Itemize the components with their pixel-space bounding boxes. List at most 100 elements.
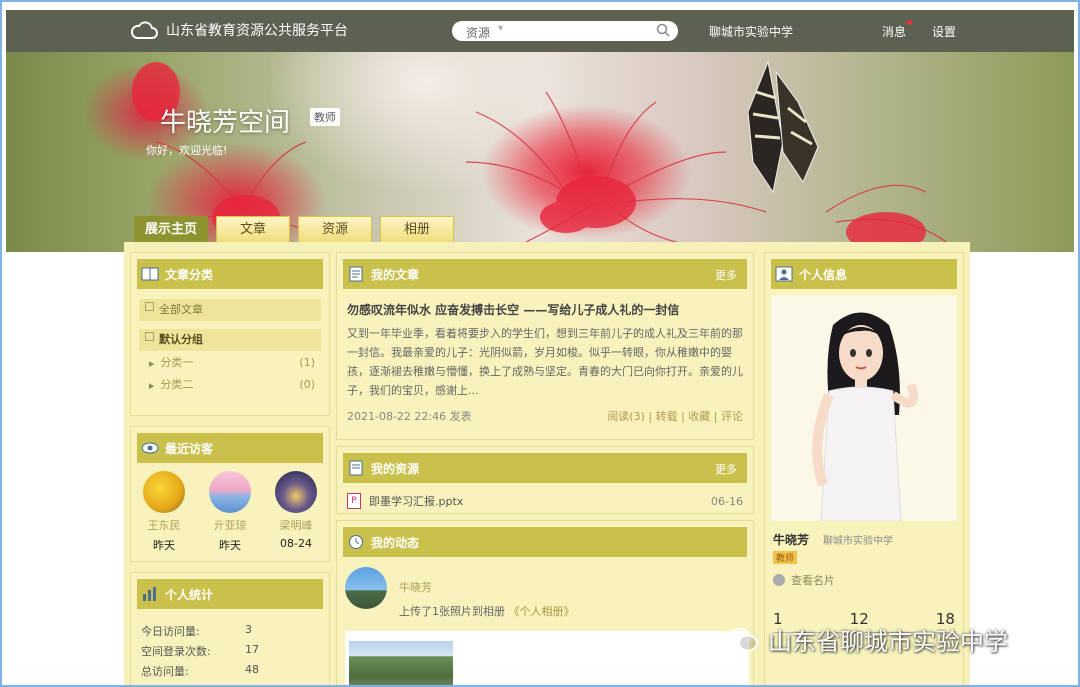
- butterfly-decoration: [747, 60, 819, 194]
- cloud-icon: [130, 21, 158, 39]
- article-excerpt: 又到一年毕业季，看着将要步入的学生们，想到三年前儿子的成人礼及三年前的那一封信。…: [347, 327, 743, 397]
- tab-albums[interactable]: 相册: [380, 216, 454, 243]
- search-box[interactable]: 资源 ▾: [452, 21, 678, 41]
- stat-value: 48: [245, 663, 259, 676]
- stats-title: 个人统计: [165, 587, 214, 602]
- user-icon: [775, 266, 793, 282]
- album-link[interactable]: 《个人相册》: [509, 605, 575, 618]
- category-item-label: 分类一: [160, 356, 194, 369]
- resource-name[interactable]: 即墨学习汇报.pptx: [369, 493, 463, 509]
- space-tabs: 展示主页 文章 资源 相册: [134, 216, 454, 243]
- profile-title: 个人信息: [799, 267, 848, 282]
- article-title[interactable]: 勿感叹流年似水 应奋发搏击长空 ——写给儿子成人礼的一封信: [347, 301, 743, 318]
- stat-value: 17: [245, 643, 259, 656]
- chevron-right-icon: ▶: [149, 360, 155, 368]
- visitor-name[interactable]: 王东民: [136, 517, 192, 533]
- user-circle-icon: [773, 574, 785, 586]
- category-header: 文章分类: [137, 259, 323, 289]
- main-content: 文章分类 -全部文章 -默认分组 ▶分类一 (1) ▶分类二 (0) 最近访客: [124, 242, 970, 685]
- article-meta: 2021-08-22 22:46 发表 阅读(3) | 转载 | 收藏 | 评论: [347, 408, 743, 424]
- resources-header: 我的资源 更多: [343, 453, 747, 483]
- search-icon[interactable]: [656, 23, 670, 37]
- chevron-right-icon: ▶: [149, 382, 155, 390]
- avatar[interactable]: [275, 471, 317, 513]
- dynamic-item: 牛晓芳 上传了1张照片到相册 《个人相册》: [345, 567, 575, 619]
- dynamic-user[interactable]: 牛晓芳: [399, 579, 575, 595]
- wechat-watermark: 山东省聊城市实验中学: [726, 622, 1008, 657]
- profile-school[interactable]: 聊城市实验中学: [823, 532, 893, 547]
- category-group[interactable]: -默认分组: [139, 329, 321, 351]
- activity-icon: [349, 535, 363, 549]
- category-item[interactable]: ▶ 分类一 (1): [139, 353, 321, 373]
- category-item-label: 分类二: [160, 378, 194, 391]
- stat-label: 总访问量:: [141, 665, 189, 678]
- profile-photo[interactable]: [771, 295, 957, 521]
- resources-panel: 我的资源 更多 P 即墨学习汇报.pptx 06-16: [336, 446, 754, 514]
- stat-row: 空间登录次数: 17: [141, 643, 329, 658]
- visitor-time: 昨天: [153, 539, 175, 552]
- visitor-list: 王东民 昨天 亓亚琼 昨天 梁明峰 08-24: [131, 471, 329, 553]
- stat-label: 今日访问量:: [141, 625, 200, 638]
- eye-icon: [141, 442, 159, 454]
- dynamics-title: 我的动态: [371, 535, 420, 550]
- settings-link[interactable]: 设置: [932, 23, 956, 40]
- dynamic-action-text: 上传了1张照片到相册: [399, 605, 505, 618]
- view-card-label: 查看名片: [791, 574, 835, 587]
- profile-role-badge: 教师: [773, 551, 798, 564]
- stats-panel: 个人统计 今日访问量: 3 空间登录次数: 17 总访问量: 48: [130, 572, 330, 685]
- stats-header: 个人统计: [137, 579, 323, 609]
- space-title: 牛晓芳空间: [160, 108, 291, 138]
- category-item-count: (0): [299, 378, 315, 391]
- resource-item[interactable]: P 即墨学习汇报.pptx 06-16: [347, 493, 743, 509]
- profile-name: 牛晓芳: [773, 533, 810, 547]
- category-item[interactable]: ▶ 分类二 (0): [139, 375, 321, 395]
- site-name: 山东省教育资源公共服务平台: [166, 23, 348, 39]
- articles-more-link[interactable]: 更多: [715, 267, 737, 283]
- visitor-name[interactable]: 亓亚琼: [202, 517, 258, 533]
- site-logo[interactable]: 山东省教育资源公共服务平台: [130, 20, 348, 40]
- articles-title: 我的文章: [371, 267, 420, 282]
- articles-panel: 我的文章 更多 勿感叹流年似水 应奋发搏击长空 ——写给儿子成人礼的一封信 又到…: [336, 252, 754, 440]
- document-icon: [349, 266, 363, 282]
- avatar[interactable]: [209, 471, 251, 513]
- view-card-link[interactable]: 查看名片: [773, 572, 963, 588]
- welcome-text: 你好，欢迎光临!: [146, 144, 228, 157]
- resources-more-link[interactable]: 更多: [715, 461, 737, 477]
- category-all[interactable]: -全部文章: [139, 299, 321, 321]
- category-item-count: (1): [299, 356, 315, 369]
- collapse-icon: -: [145, 302, 154, 311]
- article-actions[interactable]: 阅读(3) | 转载 | 收藏 | 评论: [607, 408, 743, 424]
- document-icon: [349, 460, 363, 476]
- page-frame: 山东省教育资源公共服务平台 资源 ▾ 聊城市实验中学 消息 设置 牛晓芳空间 教…: [0, 0, 1080, 687]
- school-link[interactable]: 聊城市实验中学: [709, 23, 793, 40]
- visitor-name[interactable]: 梁明峰: [268, 517, 324, 533]
- visitors-title: 最近访客: [165, 441, 214, 456]
- chevron-down-icon[interactable]: ▾: [498, 23, 503, 34]
- tab-home[interactable]: 展示主页: [134, 216, 208, 243]
- visitor-item[interactable]: 梁明峰 08-24: [268, 471, 324, 553]
- stat-row: 总访问量: 48: [141, 663, 329, 678]
- tab-resources[interactable]: 资源: [298, 216, 372, 243]
- tab-articles[interactable]: 文章: [216, 216, 290, 243]
- uploaded-photo[interactable]: [349, 641, 453, 685]
- resources-title: 我的资源: [371, 461, 420, 476]
- category-panel: 文章分类 -全部文章 -默认分组 ▶分类一 (1) ▶分类二 (0): [130, 252, 330, 416]
- category-all-label: 全部文章: [159, 303, 203, 316]
- stat-row: 今日访问量: 3: [141, 623, 329, 638]
- profile-name-row: 牛晓芳 聊城市实验中学: [773, 531, 963, 548]
- dynamic-photo-area: [345, 631, 749, 685]
- ppt-file-icon: P: [347, 493, 361, 509]
- search-category-select[interactable]: 资源: [466, 24, 490, 41]
- watermark-text: 山东省聊城市实验中学: [768, 628, 1008, 656]
- avatar[interactable]: [143, 471, 185, 513]
- dynamics-panel: 我的动态 牛晓芳 上传了1张照片到相册 《个人相册》: [336, 520, 754, 685]
- resource-date: 06-16: [711, 494, 743, 508]
- category-group-label: 默认分组: [159, 333, 203, 346]
- avatar[interactable]: [345, 567, 387, 609]
- visitor-item[interactable]: 亓亚琼 昨天: [202, 471, 258, 553]
- bar-chart-icon: [143, 587, 156, 601]
- category-title: 文章分类: [165, 267, 214, 282]
- stat-label: 空间登录次数:: [141, 645, 211, 658]
- messages-link[interactable]: 消息: [882, 20, 913, 40]
- visitor-item[interactable]: 王东民 昨天: [136, 471, 192, 553]
